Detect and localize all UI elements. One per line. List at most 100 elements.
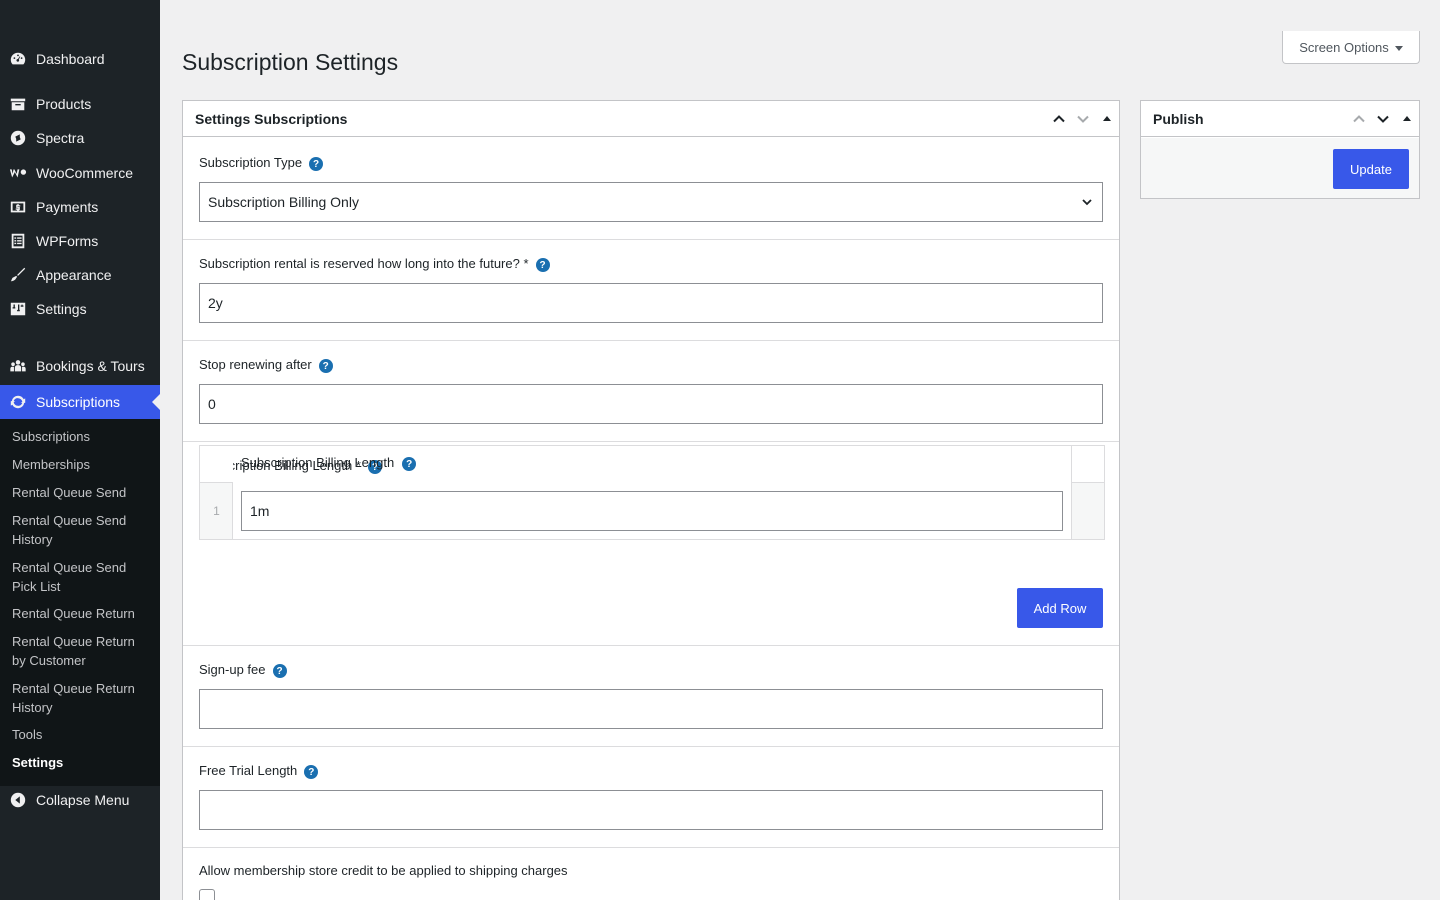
- menu-item-woocommerce[interactable]: WooCommerce: [0, 156, 160, 190]
- menu-item-appearance[interactable]: Appearance: [0, 258, 160, 292]
- collapse-label: Collapse Menu: [36, 792, 130, 808]
- select-value: Subscription Billing Only: [208, 194, 359, 210]
- help-icon[interactable]: ?: [272, 664, 287, 678]
- move-down-icon[interactable]: [1371, 101, 1395, 137]
- menu-label: Spectra: [36, 130, 85, 146]
- chevron-down-icon: [1082, 199, 1092, 206]
- label-text: Free Trial Length: [199, 762, 298, 778]
- field-signup-fee: Sign-up fee?: [183, 646, 1119, 747]
- menu-label: Products: [36, 96, 92, 112]
- menu-item-dashboard[interactable]: Dashboard: [0, 42, 160, 76]
- move-up-icon[interactable]: [1347, 101, 1371, 137]
- postbox-title: Settings Subscriptions: [195, 110, 348, 127]
- brush-icon: [0, 258, 36, 292]
- submenu-item-tools[interactable]: Tools: [12, 726, 152, 745]
- caret-down-icon: [1394, 46, 1403, 51]
- stop-renewing-input[interactable]: 0: [199, 384, 1103, 424]
- menu-label: WPForms: [36, 233, 99, 249]
- admin-sidebar: Dashboard Products Spectra WooCommerce P…: [0, 0, 160, 900]
- billing-length-repeater: Subscription Billing Length? 1 1m: [199, 445, 1105, 540]
- reserve-future-input[interactable]: 2y: [199, 283, 1103, 323]
- signup-fee-input[interactable]: [199, 689, 1103, 729]
- menu-label: Appearance: [36, 267, 112, 283]
- menu-item-bookings-tours[interactable]: Bookings & Tours: [0, 349, 160, 383]
- spectra-icon: [0, 121, 36, 155]
- field-subscription-type: Subscription Type? Subscription Billing …: [183, 138, 1119, 240]
- payments-icon: [0, 190, 36, 224]
- row-number[interactable]: 1: [200, 483, 233, 539]
- label-text: Subscription rental is reserved how long…: [199, 255, 529, 271]
- update-icon: [0, 385, 36, 419]
- screen-options-button[interactable]: Screen Options: [1282, 31, 1420, 64]
- menu-item-spectra[interactable]: Spectra: [0, 121, 160, 155]
- archive-icon: [0, 87, 36, 121]
- field-label: Free Trial Length?: [199, 761, 319, 779]
- handle-actions: [1047, 101, 1119, 137]
- submenu-item-memberships[interactable]: Memberships: [12, 456, 152, 475]
- field-free-trial: Free Trial Length?: [183, 747, 1119, 848]
- repeater-header-blank: [200, 446, 233, 483]
- field-label: Stop renewing after?: [199, 355, 333, 373]
- groups-icon: [0, 349, 36, 383]
- menu-item-subscriptions[interactable]: Subscriptions: [0, 385, 160, 419]
- submenu-item-subscriptions[interactable]: Subscriptions: [12, 428, 152, 447]
- field-store-credit: Allow membership store credit to be appl…: [183, 848, 1119, 900]
- submenu-item-rental-queue-return-by-customer[interactable]: Rental Queue Return by Customer: [12, 633, 152, 670]
- postbox-header: Publish: [1141, 101, 1419, 137]
- menu-item-products[interactable]: Products: [0, 87, 160, 121]
- submenu-item-settings[interactable]: Settings: [12, 754, 152, 773]
- repeater-header-blank: [1071, 446, 1104, 483]
- field-stop-renewing: Stop renewing after? 0: [183, 341, 1119, 442]
- move-up-icon[interactable]: [1047, 101, 1071, 137]
- submenu-item-rental-queue-send[interactable]: Rental Queue Send: [12, 484, 152, 503]
- label-text: Subscription Type: [199, 154, 303, 170]
- help-icon[interactable]: ?: [304, 765, 319, 779]
- menu-label: Subscriptions: [36, 394, 121, 410]
- store-credit-checkbox[interactable]: [199, 889, 215, 900]
- subscriptions-submenu: Subscriptions Memberships Rental Queue S…: [0, 419, 160, 786]
- menu-label: Bookings & Tours: [36, 358, 145, 374]
- menu-item-wpforms[interactable]: WPForms: [0, 224, 160, 258]
- dashboard-icon: [0, 42, 36, 76]
- menu-label: Payments: [36, 199, 99, 215]
- help-icon[interactable]: ?: [318, 359, 333, 373]
- label-text: Subscription Billing Length: [241, 454, 395, 470]
- page-title: Subscription Settings: [182, 49, 399, 75]
- submenu-item-rental-queue-return[interactable]: Rental Queue Return: [12, 605, 152, 624]
- postbox-title: Publish: [1153, 110, 1204, 127]
- toggle-panel-icon[interactable]: [1395, 101, 1419, 137]
- submenu-item-rental-queue-return-history[interactable]: Rental Queue Return History: [12, 680, 152, 717]
- collapse-menu-button[interactable]: Collapse Menu: [0, 783, 160, 817]
- add-row-button[interactable]: Add Row: [1017, 588, 1103, 628]
- toggle-panel-icon[interactable]: [1095, 101, 1119, 137]
- repeater-column-label: Subscription Billing Length?: [241, 453, 417, 471]
- settings-subscriptions-box: Settings Subscriptions Subscription Type…: [182, 100, 1120, 900]
- publish-box: Publish Update: [1140, 100, 1420, 199]
- menu-item-settings[interactable]: Settings: [0, 292, 160, 326]
- woocommerce-icon: [0, 156, 36, 190]
- menu-item-payments[interactable]: Payments: [0, 190, 160, 224]
- label-text: Stop renewing after: [199, 356, 312, 372]
- wpforms-icon: [0, 224, 36, 258]
- handle-actions: [1347, 101, 1419, 137]
- field-label: Allow membership store credit to be appl…: [199, 863, 568, 878]
- help-icon[interactable]: ?: [309, 157, 324, 171]
- submenu-item-rental-queue-send-pick-list[interactable]: Rental Queue Send Pick List: [12, 559, 152, 596]
- menu-label: Dashboard: [36, 51, 105, 67]
- field-label: Subscription Type?: [199, 153, 324, 171]
- label-text: Sign-up fee: [199, 661, 266, 677]
- billing-length-input[interactable]: 1m: [241, 491, 1063, 531]
- move-down-icon[interactable]: [1071, 101, 1095, 137]
- field-reserve-future: Subscription rental is reserved how long…: [183, 240, 1119, 341]
- field-label: Sign-up fee?: [199, 660, 287, 678]
- menu-label: WooCommerce: [36, 165, 133, 181]
- field-label: Subscription rental is reserved how long…: [199, 254, 550, 272]
- help-icon[interactable]: ?: [535, 258, 550, 272]
- help-icon[interactable]: ?: [402, 457, 417, 471]
- subscription-type-select[interactable]: Subscription Billing Only: [199, 182, 1103, 222]
- collapse-icon: [0, 783, 36, 817]
- submenu-item-rental-queue-send-history[interactable]: Rental Queue Send History: [12, 512, 152, 549]
- settings-icon: [0, 292, 36, 326]
- update-button[interactable]: Update: [1333, 149, 1409, 189]
- free-trial-input[interactable]: [199, 790, 1103, 830]
